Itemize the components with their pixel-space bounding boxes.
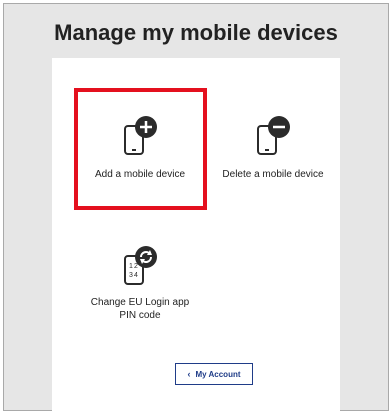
phone-pin-refresh-icon: 1 2 3 4: [124, 246, 157, 285]
highlight-box: [74, 88, 207, 210]
chevron-left-icon: ‹: [187, 369, 191, 379]
change-pin-tile[interactable]: 1 2 3 4 Change EU Login app PIN code: [80, 244, 200, 322]
svg-text:2: 2: [134, 263, 138, 270]
my-account-button[interactable]: ‹ My Account: [175, 363, 253, 385]
delete-mobile-device-tile[interactable]: Delete a mobile device: [210, 114, 336, 181]
svg-text:4: 4: [134, 272, 138, 279]
svg-text:1: 1: [129, 263, 133, 270]
page-title: Manage my mobile devices: [54, 20, 338, 45]
change-pin-label-line1: Change EU Login app: [90, 297, 190, 308]
delete-mobile-device-label: Delete a mobile device: [222, 169, 324, 180]
change-pin-label-line2: PIN code: [119, 310, 161, 321]
my-account-label: My Account: [195, 369, 241, 379]
svg-text:3: 3: [129, 272, 133, 279]
phone-minus-icon: [257, 116, 290, 155]
